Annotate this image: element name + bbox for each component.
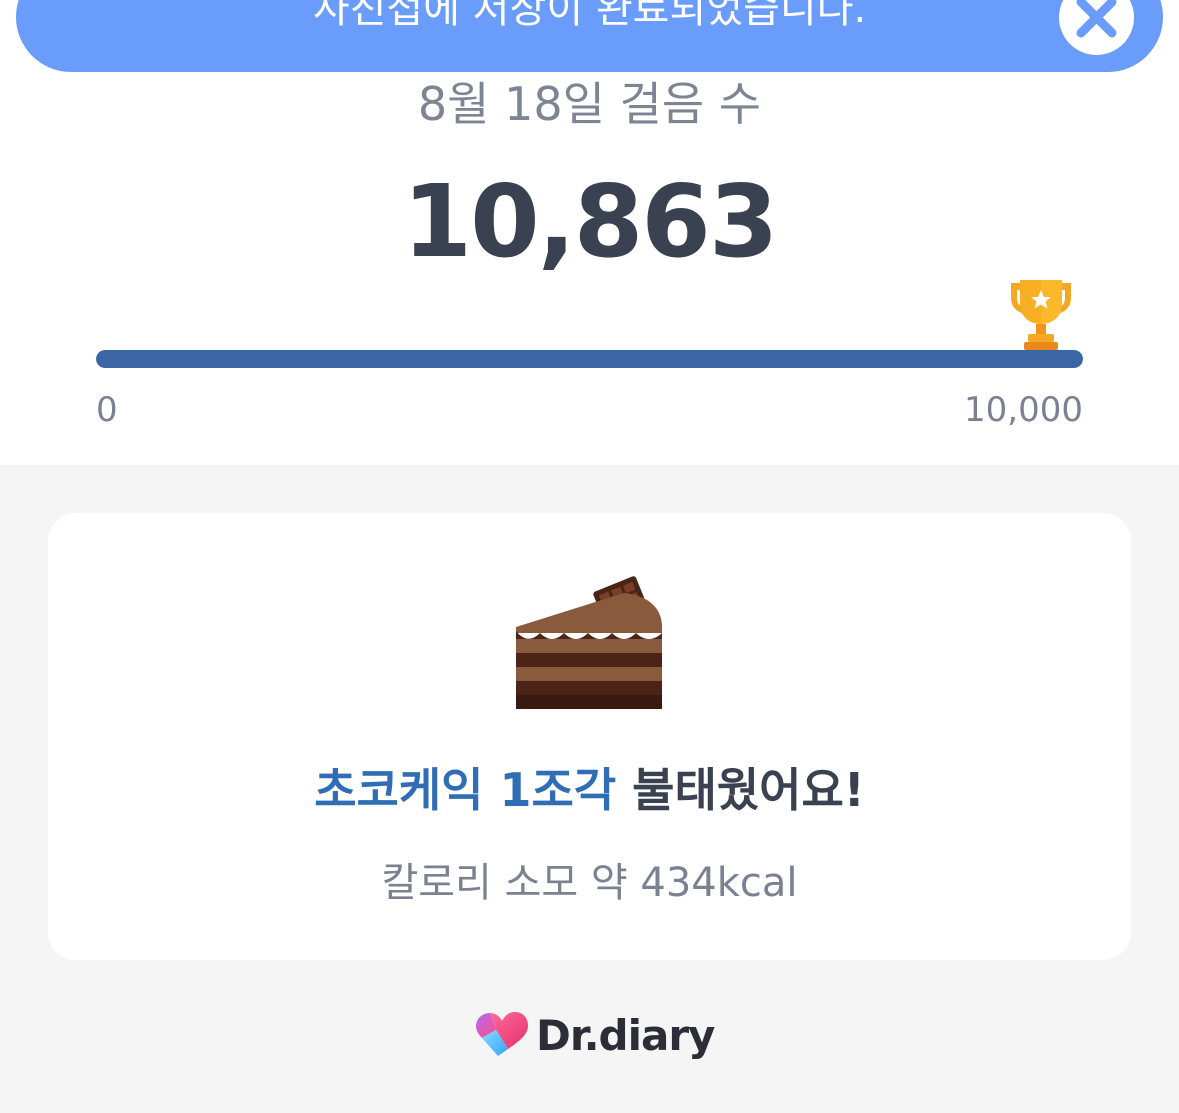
food-highlight: 초코케익 1조각 xyxy=(314,763,617,817)
date-label: 8월 18일 걸음 수 xyxy=(417,77,762,131)
trophy-icon xyxy=(1011,280,1071,350)
heart-logo-icon xyxy=(476,1012,528,1056)
goal-max-label: 10,000 xyxy=(964,390,1083,430)
chocolate-cake-icon xyxy=(516,576,662,709)
goal-min-label: 0 xyxy=(96,390,118,430)
calorie-headline: 초코케익 1조각 불태웠어요! xyxy=(48,760,1131,820)
save-complete-toast: 사진첩에 저장이 완료되었습니다. xyxy=(16,0,1163,72)
step-share-screen: 사진첩에 저장이 완료되었습니다. 8월 18일 걸음 수 10,863 0 1… xyxy=(0,0,1179,1113)
brand-name: Dr.diary xyxy=(536,1011,715,1060)
close-icon xyxy=(1076,0,1117,38)
step-progress-bar xyxy=(96,350,1083,368)
toast-close-button[interactable] xyxy=(1059,0,1134,55)
result-section: 초코케익 1조각 불태웠어요! 칼로리 소모 약 434kcal Dr.diar… xyxy=(0,465,1179,1113)
calorie-text: 칼로리 소모 약 434kcal xyxy=(381,860,798,906)
step-count: 10,863 xyxy=(402,163,779,280)
calorie-card: 초코케익 1조각 불태웠어요! 칼로리 소모 약 434kcal xyxy=(48,513,1131,960)
step-progress-fill xyxy=(96,350,1083,368)
toast-message: 사진첩에 저장이 완료되었습니다. xyxy=(312,0,867,32)
headline-rest: 불태웠어요! xyxy=(616,763,865,817)
steps-summary: 8월 18일 걸음 수 10,863 0 10,000 xyxy=(0,72,1179,465)
